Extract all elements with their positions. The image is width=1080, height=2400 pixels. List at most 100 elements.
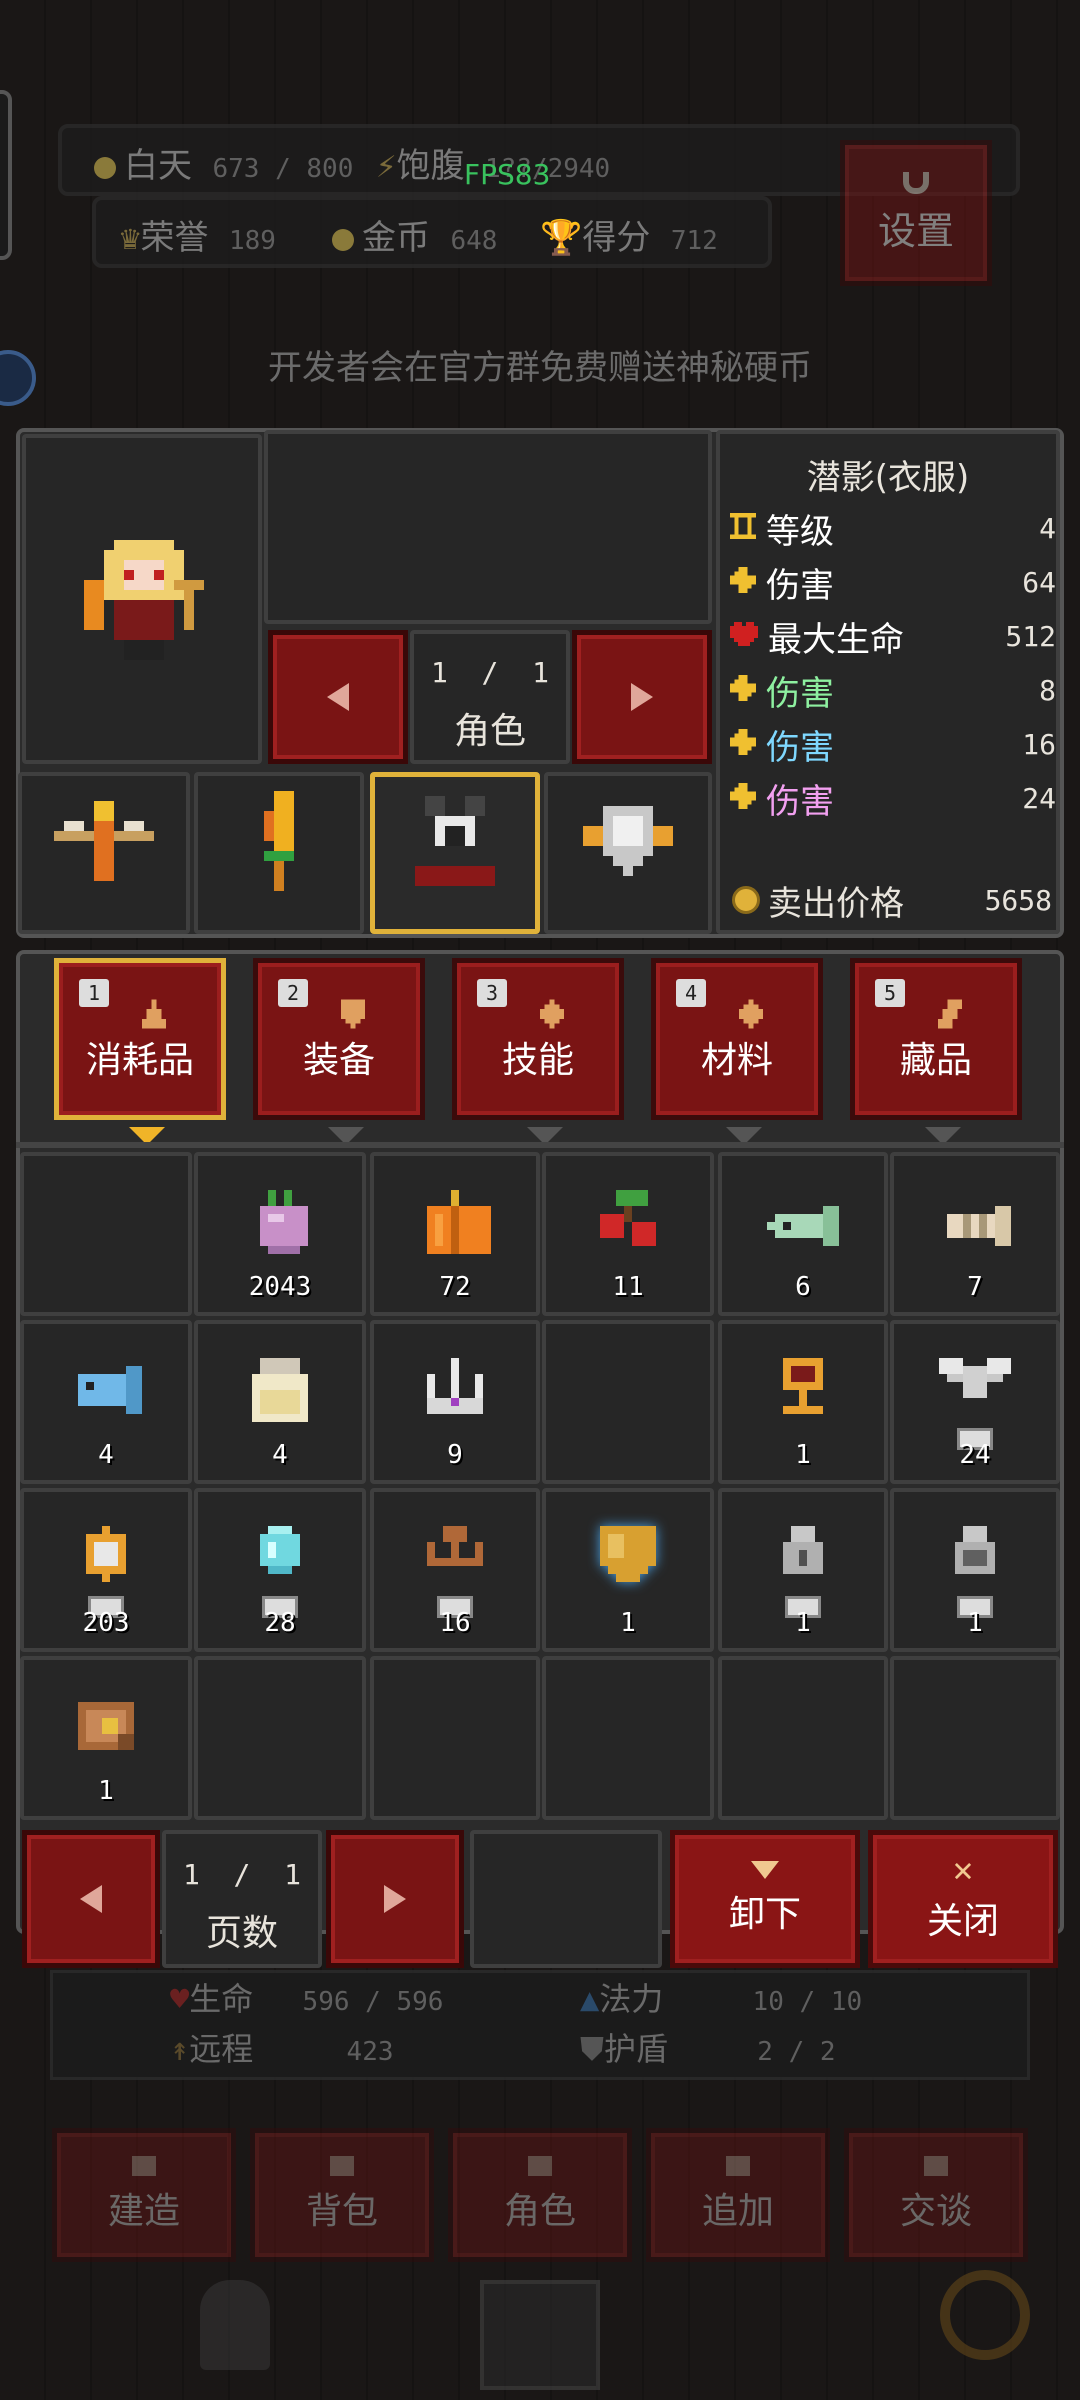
equip-slot-weapon[interactable]	[18, 772, 190, 934]
honor-indicator: ♛荣誉 189	[120, 218, 276, 258]
arrow-up-icon: ↟	[170, 2030, 190, 2068]
nav-build[interactable]: 建造	[52, 2128, 236, 2262]
item-quantity: 4	[272, 1440, 288, 1470]
heart-icon: ♥	[170, 1980, 190, 2018]
inventory-slot-empty[interactable]	[542, 1320, 714, 1484]
grey-idol-2-icon	[955, 1525, 995, 1574]
inventory-slot[interactable]: 2043	[194, 1152, 366, 1316]
item-stat-label: 伤害	[766, 781, 834, 822]
crystal-statue-icon	[260, 1525, 300, 1574]
shield-small-icon: ⛊	[580, 2030, 605, 2068]
equip-slot-shield[interactable]	[544, 772, 712, 934]
backpack-icon	[330, 2156, 354, 2176]
inventory-slot[interactable]: 7	[890, 1152, 1060, 1316]
tab-label: 装备	[302, 1040, 375, 1081]
tab-label: 藏品	[899, 1040, 972, 1081]
nav-label: 建造	[107, 2191, 180, 2232]
treasure-map-icon	[78, 1701, 134, 1750]
tab-3[interactable]: 3 技能	[452, 958, 624, 1145]
item-quantity: 1	[98, 1776, 114, 1806]
inventory-slot[interactable]: 24	[890, 1320, 1060, 1484]
inventory-slot[interactable]: 4	[20, 1320, 192, 1484]
inventory-slot[interactable]: 16	[370, 1488, 540, 1652]
nav-character[interactable]: 角色	[448, 2128, 632, 2262]
inventory-slot[interactable]: 203	[20, 1488, 192, 1652]
down-arrow-icon	[751, 1861, 779, 1879]
close-icon: ✕	[952, 1850, 974, 1890]
inventory-slot[interactable]: 1	[718, 1488, 888, 1652]
inventory-slot-empty[interactable]	[890, 1656, 1060, 1820]
item-stat-value: 24	[1022, 781, 1056, 815]
character-preview-area	[264, 430, 712, 624]
tab-2[interactable]: 2 装备	[253, 958, 425, 1145]
item-quantity: 7	[967, 1272, 983, 1302]
fish-blue-icon	[78, 1365, 142, 1414]
item-stat-row: 伤害 16	[730, 718, 1070, 770]
score-indicator: 🏆得分 712	[540, 218, 718, 258]
hero-portrait-icon	[84, 540, 204, 660]
inventory-slot-empty[interactable]	[370, 1656, 540, 1820]
item-stat-label: 伤害	[766, 727, 834, 768]
tab-strip-divider	[16, 1142, 1064, 1148]
character-prev-button[interactable]	[268, 630, 408, 764]
empty-action-slot	[470, 1830, 662, 1968]
winged-shield-icon	[583, 805, 673, 876]
turnip-icon	[260, 1189, 308, 1254]
inventory-slot-empty[interactable]	[194, 1656, 366, 1820]
inventory-slot[interactable]: 28	[194, 1488, 366, 1652]
inventory-slot-empty[interactable]	[718, 1656, 888, 1820]
equip-slot-accessory[interactable]	[194, 772, 364, 934]
inventory-slot[interactable]: 11	[542, 1152, 714, 1316]
character-portrait-slot	[22, 434, 262, 764]
inventory-slot[interactable]: 9	[370, 1320, 540, 1484]
goblet-icon	[783, 1357, 823, 1414]
arrow-left-icon	[80, 1885, 102, 1913]
hp-stat: ♥生命 596 / 596	[170, 1980, 444, 2018]
item-stat-row: 伤害 8	[730, 664, 1070, 716]
unequip-button[interactable]: 卸下	[670, 1830, 860, 1968]
inventory-slot[interactable]: 6	[718, 1152, 888, 1316]
nav-chat[interactable]: 交谈	[844, 2128, 1028, 2262]
left-edge-frame	[0, 90, 12, 260]
inventory-slot[interactable]: 1	[542, 1488, 714, 1652]
inventory-slot[interactable]: 72	[370, 1152, 540, 1316]
character-next-button[interactable]	[572, 630, 712, 764]
item-quantity: 28	[264, 1608, 296, 1638]
item-quantity: 9	[447, 1440, 463, 1470]
inventory-slot[interactable]: 1	[890, 1488, 1060, 1652]
inventory-slot[interactable]: 4	[194, 1320, 366, 1484]
potion-icon: ▲	[580, 1980, 600, 2018]
inventory-page-indicator: 1 / 1 页数	[162, 1830, 322, 1968]
tab-1[interactable]: 1 消耗品	[54, 958, 226, 1145]
damage-icon	[730, 670, 756, 710]
tab-label: 材料	[700, 1040, 773, 1081]
inventory-next-button[interactable]	[326, 1830, 464, 1968]
tab-4[interactable]: 4 材料	[651, 958, 823, 1145]
item-stat-row: 伤害 64	[730, 556, 1070, 608]
inventory-slot-empty[interactable]	[542, 1656, 714, 1820]
settings-button[interactable]: 设置	[840, 140, 992, 286]
item-quantity: 1	[967, 1608, 983, 1638]
winged-statue-icon	[939, 1357, 1011, 1398]
tab-label: 技能	[501, 1040, 574, 1081]
nav-add[interactable]: 追加	[646, 2128, 830, 2262]
nav-backpack[interactable]: 背包	[250, 2128, 434, 2262]
armor-stat: ⛊护盾 2 / 2	[580, 2030, 836, 2068]
mp-stat: ▲法力 10 / 10	[580, 1980, 863, 2018]
equip-slot-armor[interactable]	[370, 772, 540, 934]
item-quantity: 24	[959, 1440, 991, 1470]
item-stat-list: 等级 4 伤害 64 最大生命 512 伤害 8 伤害 16 伤害 24	[730, 502, 1056, 832]
inventory-slot[interactable]: 1	[20, 1656, 192, 1820]
cherry-icon	[600, 1189, 656, 1246]
inventory-slot-empty[interactable]	[20, 1152, 192, 1316]
pumpkin-icon	[427, 1189, 491, 1254]
item-quantity: 2043	[248, 1272, 312, 1302]
inventory-prev-button[interactable]	[22, 1830, 160, 1968]
building-sprite	[480, 2280, 600, 2390]
item-quantity: 6	[795, 1272, 811, 1302]
tab-5[interactable]: 5 藏品	[850, 958, 1022, 1145]
item-stat-label: 伤害	[766, 673, 834, 714]
inventory-slot[interactable]: 1	[718, 1320, 888, 1484]
item-stat-row: 伤害 24	[730, 772, 1070, 824]
close-button[interactable]: ✕ 关闭	[868, 1830, 1058, 1968]
